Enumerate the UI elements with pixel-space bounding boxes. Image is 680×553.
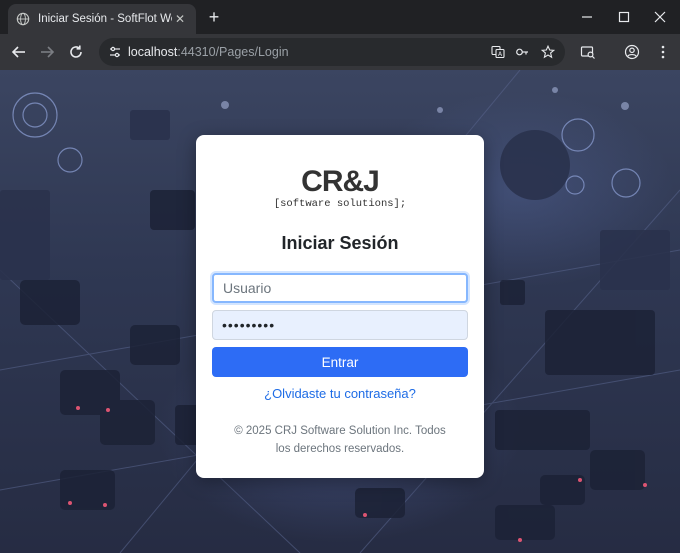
- company-logo: CR&J: [301, 165, 380, 198]
- new-tab-button[interactable]: +: [205, 8, 223, 26]
- tab-title: Iniciar Sesión - SoftFlot Web: [38, 13, 172, 25]
- close-window-icon[interactable]: [653, 10, 667, 24]
- password-input[interactable]: [212, 310, 468, 340]
- url-path: :44310/Pages/Login: [177, 45, 289, 59]
- login-card: CR&J [software solutions]; Iniciar Sesió…: [196, 135, 484, 478]
- password-key-icon[interactable]: [515, 45, 529, 59]
- forward-arrow-icon[interactable]: [38, 43, 56, 61]
- tab-close-icon[interactable]: ✕: [172, 12, 188, 26]
- username-input[interactable]: [212, 273, 468, 303]
- profile-avatar-icon[interactable]: [624, 44, 640, 60]
- address-bar[interactable]: localhost:44310/Pages/Login A: [99, 38, 565, 66]
- browser-tab[interactable]: Iniciar Sesión - SoftFlot Web ✕: [8, 4, 196, 34]
- more-menu-icon[interactable]: [655, 44, 671, 60]
- reload-icon[interactable]: [67, 43, 85, 61]
- browser-toolbar: localhost:44310/Pages/Login A: [0, 34, 680, 70]
- globe-icon: [16, 12, 30, 26]
- submit-button[interactable]: Entrar: [212, 347, 468, 377]
- back-arrow-icon[interactable]: [10, 43, 28, 61]
- url-host: localhost: [128, 45, 178, 59]
- translate-icon[interactable]: A: [491, 45, 505, 59]
- minimize-icon[interactable]: [580, 10, 594, 24]
- company-logo-subtitle: [software solutions];: [273, 198, 407, 210]
- forgot-password-link[interactable]: ¿Olvidaste tu contraseña?: [196, 386, 484, 401]
- page-title: Iniciar Sesión: [281, 233, 399, 253]
- bookmark-star-icon[interactable]: [541, 45, 555, 59]
- browser-titlebar: Iniciar Sesión - SoftFlot Web ✕ +: [0, 0, 680, 34]
- url-text[interactable]: localhost:44310/Pages/Login: [128, 45, 289, 59]
- maximize-icon[interactable]: [617, 10, 631, 24]
- search-tabs-icon[interactable]: [580, 44, 596, 60]
- site-settings-icon[interactable]: [108, 45, 122, 59]
- copyright-text: © 2025 CRJ Software Solution Inc. Todos …: [234, 425, 446, 455]
- page-viewport: CR&J [software solutions]; Iniciar Sesió…: [0, 70, 680, 553]
